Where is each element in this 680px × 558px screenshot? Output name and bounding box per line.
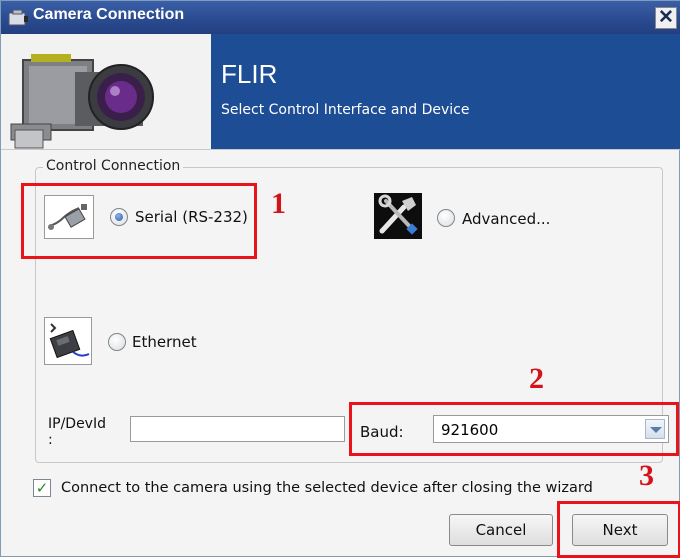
connect-checkbox-label: Connect to the camera using the selected…: [61, 480, 593, 496]
tools-icon: [374, 193, 422, 239]
annotation-number-1: 1: [271, 187, 286, 220]
annotation-number-2: 2: [529, 362, 544, 395]
annotation-number-3: 3: [639, 459, 654, 492]
control-connection-label: Control Connection: [43, 158, 184, 174]
title-bar: Camera Connection ✕: [1, 1, 680, 34]
connect-checkbox[interactable]: ✓: [33, 479, 51, 497]
annotation-box-2: [349, 402, 679, 456]
window-title: Camera Connection: [33, 6, 185, 23]
close-button[interactable]: ✕: [655, 7, 677, 29]
thermal-camera-image: [1, 34, 211, 149]
header-banner: FLIR Select Control Interface and Device: [1, 34, 680, 150]
ip-devid-input[interactable]: [130, 416, 345, 442]
ip-devid-label: IP/DevId :: [48, 416, 106, 448]
camera-window-icon: [8, 9, 28, 26]
cancel-button[interactable]: Cancel: [449, 514, 553, 546]
ethernet-label: Ethernet: [132, 333, 197, 351]
banner-subtitle: Select Control Interface and Device: [221, 102, 470, 118]
advanced-label: Advanced...: [462, 210, 551, 228]
ethernet-radio[interactable]: [108, 333, 126, 351]
ethernet-adapter-icon: [44, 317, 92, 365]
close-icon: ✕: [658, 7, 674, 28]
annotation-box-3: [557, 501, 680, 558]
advanced-radio[interactable]: [437, 209, 455, 227]
annotation-box-1: [21, 183, 257, 259]
banner-title: FLIR: [221, 59, 278, 89]
camera-connection-dialog: Camera Connection ✕ FLIR Select Control …: [0, 0, 680, 558]
